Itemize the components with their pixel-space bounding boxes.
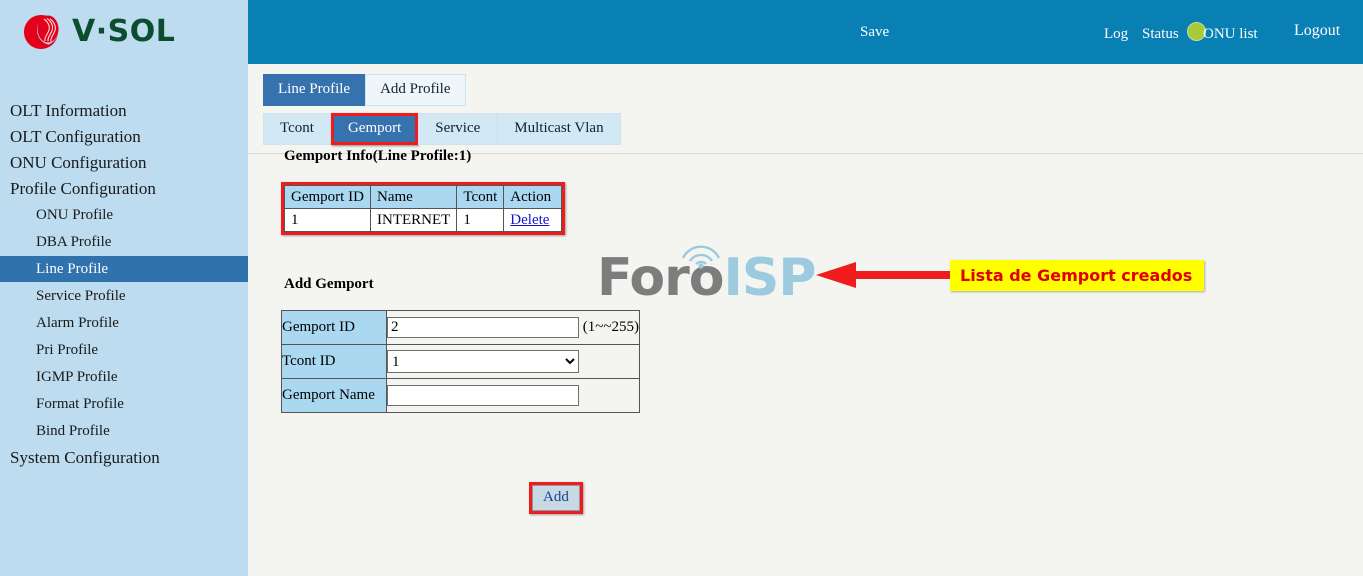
brand-logo[interactable]: V·SOL bbox=[0, 0, 248, 64]
sidebar-item-onu-profile[interactable]: ONU Profile bbox=[0, 202, 248, 228]
tab-line-profile[interactable]: Line Profile bbox=[263, 74, 366, 106]
label-gemport-name: Gemport Name bbox=[281, 378, 387, 413]
label-tcont-id: Tcont ID bbox=[281, 344, 387, 379]
sidebar-item-format-profile[interactable]: Format Profile bbox=[0, 391, 248, 417]
sidebar-item-service-profile[interactable]: Service Profile bbox=[0, 283, 248, 309]
log-link[interactable]: Log bbox=[1104, 26, 1128, 43]
top-header: Save Log Status ONU list Logout bbox=[248, 0, 1363, 64]
save-button[interactable]: Save bbox=[860, 24, 889, 41]
sidebar-item-system-configuration[interactable]: System Configuration bbox=[0, 445, 248, 470]
tab-add-profile[interactable]: Add Profile bbox=[365, 74, 466, 106]
form-row-gemport-id: Gemport ID (1~~255) bbox=[281, 310, 640, 345]
watermark-isp: ISP bbox=[723, 248, 817, 308]
tcont-id-select[interactable]: 1 bbox=[387, 350, 579, 373]
onu-list-link[interactable]: ONU list bbox=[1203, 26, 1258, 43]
add-button-highlight: Add bbox=[529, 482, 583, 514]
cell-gemport-id: 1 bbox=[284, 208, 371, 232]
sidebar-item-olt-information[interactable]: OLT Information bbox=[0, 98, 248, 123]
status-link[interactable]: Status bbox=[1142, 26, 1179, 43]
column-header-gemport-id: Gemport ID bbox=[284, 185, 371, 209]
sidebar-item-pri-profile[interactable]: Pri Profile bbox=[0, 337, 248, 363]
table-header-row: Gemport ID Name Tcont Action bbox=[284, 185, 563, 209]
vsol-logo-icon bbox=[22, 10, 66, 54]
cell-action: Delete bbox=[503, 208, 563, 232]
subtab-tcont[interactable]: Tcont bbox=[263, 113, 331, 145]
gemport-id-hint: (1~~255) bbox=[582, 319, 639, 335]
column-header-name: Name bbox=[369, 185, 458, 209]
delete-link[interactable]: Delete bbox=[510, 212, 549, 228]
sidebar-item-olt-configuration[interactable]: OLT Configuration bbox=[0, 124, 248, 149]
sidebar-item-dba-profile[interactable]: DBA Profile bbox=[0, 229, 248, 255]
sidebar-item-line-profile[interactable]: Line Profile bbox=[0, 256, 248, 282]
cell-name: INTERNET bbox=[369, 208, 458, 232]
watermark-foro: Foro bbox=[597, 248, 725, 308]
add-gemport-form: Gemport ID (1~~255) Tcont ID 1 Gemport N… bbox=[281, 310, 640, 413]
add-button[interactable]: Add bbox=[532, 485, 580, 511]
gemport-info-highlight: Gemport ID Name Tcont Action 1 INTERNET … bbox=[281, 182, 566, 235]
sidebar-item-bind-profile[interactable]: Bind Profile bbox=[0, 418, 248, 444]
form-row-tcont-id: Tcont ID 1 bbox=[281, 344, 640, 379]
gemport-info-title: Gemport Info(Line Profile:1) bbox=[284, 148, 472, 164]
logout-link[interactable]: Logout bbox=[1294, 22, 1340, 40]
sidebar-item-igmp-profile[interactable]: IGMP Profile bbox=[0, 364, 248, 390]
label-gemport-id: Gemport ID bbox=[281, 310, 387, 345]
cell-tcont: 1 bbox=[456, 208, 505, 232]
annotation-arrow-icon bbox=[816, 262, 960, 288]
column-header-action: Action bbox=[503, 185, 563, 209]
sidebar-item-alarm-profile[interactable]: Alarm Profile bbox=[0, 310, 248, 336]
primary-tab-bar: Line Profile Add Profile bbox=[263, 74, 466, 106]
gemport-name-input[interactable] bbox=[387, 385, 579, 406]
watermark-text: ForoISP bbox=[597, 252, 816, 304]
form-row-gemport-name: Gemport Name bbox=[281, 378, 640, 413]
main-content: Line Profile Add Profile Tcont Gemport Serv… bbox=[248, 64, 1363, 576]
annotation-label: Lista de Gemport creados bbox=[950, 260, 1205, 291]
add-gemport-title: Add Gemport bbox=[284, 276, 374, 292]
page-root: V·SOL OLT Information OLT Configuration ON… bbox=[0, 0, 1363, 576]
foroisp-watermark: ForoISP bbox=[597, 245, 816, 304]
sidebar-item-onu-configuration[interactable]: ONU Configuration bbox=[0, 150, 248, 175]
sidebar: V·SOL OLT Information OLT Configuration ON… bbox=[0, 0, 248, 576]
column-header-tcont: Tcont bbox=[456, 185, 505, 209]
table-row: 1 INTERNET 1 Delete bbox=[284, 208, 563, 232]
gemport-info-table: Gemport ID Name Tcont Action 1 INTERNET … bbox=[284, 185, 563, 232]
sidebar-menu: OLT Information OLT Configuration ONU Conf… bbox=[0, 64, 248, 470]
antenna-tower-icon bbox=[681, 245, 721, 269]
brand-name: V·SOL bbox=[72, 14, 176, 49]
sidebar-item-profile-configuration[interactable]: Profile Configuration bbox=[0, 176, 248, 201]
subtab-multicast-vlan[interactable]: Multicast Vlan bbox=[497, 113, 621, 145]
gemport-id-input[interactable] bbox=[387, 317, 579, 338]
subtab-gemport[interactable]: Gemport bbox=[330, 113, 419, 145]
secondary-tab-bar: Tcont Gemport Service Multicast Vlan bbox=[263, 113, 621, 145]
subtab-service[interactable]: Service bbox=[418, 113, 498, 145]
